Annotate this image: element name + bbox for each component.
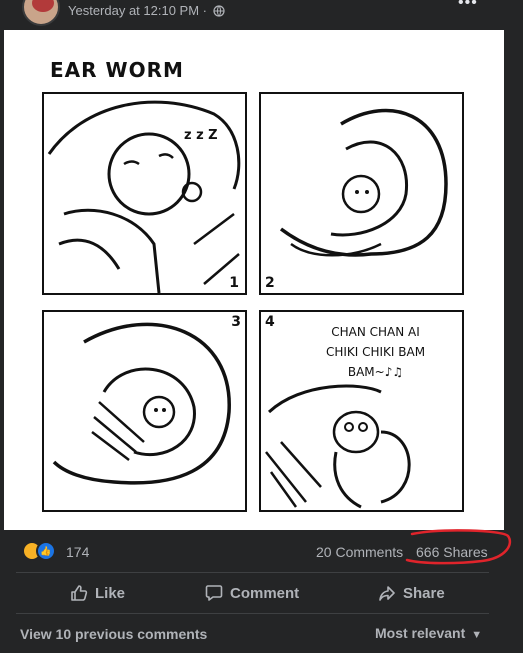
post-image[interactable]: EAR WORM z z Z 1 2 3 4 CHAN CHAN AI CHIK…: [4, 30, 504, 530]
caret-down-icon: ▼: [471, 629, 483, 641]
panel-number-3: 3: [231, 314, 241, 330]
reaction-count[interactable]: 174: [66, 544, 89, 560]
post-timestamp[interactable]: Yesterday at 12:10 PM ·: [68, 3, 225, 18]
post-header: Yesterday at 12:10 PM · •••: [0, 0, 523, 26]
comments-count-link[interactable]: 20 Comments: [316, 544, 403, 560]
avatar[interactable]: [22, 0, 60, 26]
shares-count-link[interactable]: 666 Shares: [416, 544, 488, 560]
share-label[interactable]: Share: [403, 585, 445, 602]
sort-label[interactable]: Most relevant: [375, 625, 465, 641]
share-arrow-icon: [379, 586, 395, 601]
divider: [16, 613, 489, 614]
more-options-icon[interactable]: •••: [458, 0, 478, 12]
comic-panel-3: 3: [42, 310, 247, 512]
comment-sort-dropdown[interactable]: Most relevant ▼: [375, 625, 482, 641]
like-reaction-icon[interactable]: 👍: [36, 541, 56, 561]
like-button[interactable]: Like: [70, 580, 125, 606]
thumbs-up-icon: [71, 585, 88, 601]
globe-icon: [213, 5, 225, 17]
comment-bubble-icon: [205, 585, 223, 601]
comment-button[interactable]: Comment: [205, 580, 299, 606]
panel-number-1: 1: [229, 275, 239, 291]
divider: [16, 572, 489, 573]
comment-label[interactable]: Comment: [230, 585, 299, 602]
view-previous-comments-link[interactable]: View 10 previous comments: [20, 626, 207, 642]
comic-panel-1: z z Z 1: [42, 92, 247, 295]
like-label[interactable]: Like: [95, 585, 125, 602]
sleep-z-text: z z Z: [184, 128, 218, 143]
panel-number-2: 2: [265, 275, 275, 291]
comic-panel-4: 4 CHAN CHAN AI CHIKI CHIKI BAM BAM~♪♫: [259, 310, 464, 512]
post-time-text[interactable]: Yesterday at 12:10 PM ·: [68, 3, 207, 18]
comic-title: EAR WORM: [50, 58, 184, 82]
comic-panel-2: 2: [259, 92, 464, 295]
share-button[interactable]: Share: [378, 580, 445, 606]
